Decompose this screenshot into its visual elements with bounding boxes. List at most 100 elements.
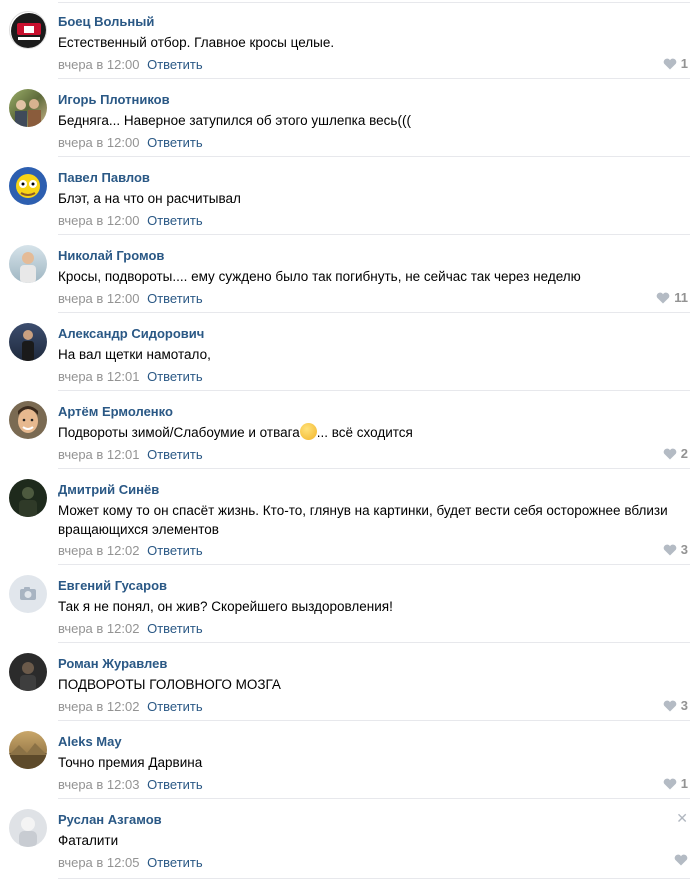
comment-text: Точно премия Дарвина [58, 755, 203, 770]
author-name[interactable]: Дмитрий Синёв [58, 482, 159, 497]
comment-text-part: Подвороты зимой/Слабоумие и отвага [58, 425, 300, 440]
comment-item: Александр Сидорович На вал щетки намотал… [0, 312, 700, 391]
reply-button[interactable]: Ответить [147, 291, 203, 306]
like-count: 2 [680, 446, 688, 461]
author-avatar[interactable] [9, 809, 47, 847]
author-avatar[interactable] [9, 731, 47, 769]
like-button[interactable]: 1 [663, 56, 688, 71]
comment-time[interactable]: вчера в 12:00 [58, 213, 139, 228]
comment-divider [58, 878, 690, 879]
reply-button[interactable]: Ответить [147, 543, 203, 558]
author-name[interactable]: Руслан Азгамов [58, 812, 162, 827]
comment-item: Артём Ермоленко Подвороты зимой/Слабоуми… [0, 390, 700, 469]
like-button[interactable]: 11 [656, 290, 688, 305]
dark-photo-icon [20, 662, 36, 691]
author-name[interactable]: Aleks May [58, 734, 122, 749]
author-avatar[interactable] [9, 167, 47, 205]
close-icon[interactable]: ✕ [676, 810, 688, 827]
light-photo-icon [19, 817, 37, 847]
reply-button[interactable]: Ответить [147, 699, 203, 714]
comment-item: Руслан Азгамов ✕ Фаталити вчера в 12:05 … [0, 798, 700, 879]
thinking-emoji-icon [299, 423, 317, 440]
reply-button[interactable]: Ответить [147, 135, 203, 150]
like-count: 3 [680, 542, 688, 557]
comment-time[interactable]: вчера в 12:02 [58, 699, 139, 714]
like-button[interactable]: 3 [663, 698, 688, 713]
reply-button[interactable]: Ответить [147, 447, 203, 462]
author-avatar[interactable] [9, 653, 47, 691]
like-button[interactable] [674, 854, 688, 866]
reply-button[interactable]: Ответить [147, 213, 203, 228]
author-name[interactable]: Николай Громов [58, 248, 164, 263]
comment-text: Фаталити [58, 833, 119, 848]
person-icon [22, 330, 34, 361]
fist-logo-icon [11, 13, 46, 48]
person-icon [20, 252, 36, 283]
reply-button[interactable]: Ответить [147, 621, 203, 636]
comment-text: Естественный отбор. Главное кросы целые. [58, 35, 335, 50]
comment-time[interactable]: вчера в 12:02 [58, 543, 139, 558]
comment-time[interactable]: вчера в 12:05 [58, 855, 139, 870]
comment-time[interactable]: вчера в 12:00 [58, 57, 139, 72]
comment-item: Роман Журавлев ПОДВОРОТЫ ГОЛОВНОГО МОЗГА… [0, 642, 700, 721]
author-name[interactable]: Евгений Гусаров [58, 578, 167, 593]
comment-time[interactable]: вчера в 12:03 [58, 777, 139, 792]
author-name[interactable]: Игорь Плотников [58, 92, 170, 107]
comment-text: Блэт, а на что он расчитывал [58, 191, 241, 206]
comment-time[interactable]: вчера в 12:00 [58, 291, 139, 306]
author-avatar[interactable] [9, 401, 47, 439]
comment-text: Так я не понял, он жив? Скорейшего выздо… [58, 599, 393, 614]
like-button[interactable]: 3 [663, 542, 688, 557]
camera-icon [20, 587, 36, 600]
reply-button[interactable]: Ответить [147, 777, 203, 792]
comment-time[interactable]: вчера в 12:00 [58, 135, 139, 150]
author-name[interactable]: Роман Журавлев [58, 656, 167, 671]
comment-meta: вчера в 12:00 Ответить [58, 135, 203, 150]
dark-photo-icon [19, 487, 37, 517]
comment-text: Может кому то он спасёт жизнь. Кто-то, г… [58, 503, 668, 537]
comment-item: Игорь Плотников Бедняга... Наверное зату… [0, 78, 700, 157]
like-button[interactable]: 2 [663, 446, 688, 461]
comment-time[interactable]: вчера в 12:01 [58, 369, 139, 384]
comment-text: ПОДВОРОТЫ ГОЛОВНОГО МОЗГА [58, 677, 281, 692]
like-count: 3 [680, 698, 688, 713]
comment-item: Евгений Гусаров Так я не понял, он жив? … [0, 564, 700, 643]
author-name[interactable]: Павел Павлов [58, 170, 150, 185]
comment-meta: вчера в 12:02 Ответить [58, 543, 203, 558]
heart-icon [663, 700, 677, 711]
comment-item: Дмитрий Синёв Может кому то он спасёт жи… [0, 468, 700, 566]
comment-meta: вчера в 12:00 Ответить [58, 57, 203, 72]
reply-button[interactable]: Ответить [147, 57, 203, 72]
comment-item: Николай Громов Кросы, подвороты.... ему … [0, 234, 700, 313]
comment-text-part: ... всё сходится [316, 425, 413, 440]
comment-text: На вал щетки намотало, [58, 347, 211, 362]
like-count: 11 [674, 290, 688, 305]
author-avatar[interactable] [9, 89, 47, 127]
author-name[interactable]: Боец Вольный [58, 14, 154, 29]
comment-meta: вчера в 12:00 Ответить [58, 291, 203, 306]
comment-time[interactable]: вчера в 12:01 [58, 447, 139, 462]
like-button[interactable]: 1 [663, 776, 688, 791]
comment-meta: вчера в 12:02 Ответить [58, 699, 203, 714]
author-avatar[interactable] [9, 575, 47, 613]
author-avatar[interactable] [9, 11, 47, 49]
comment-meta: вчера в 12:02 Ответить [58, 621, 203, 636]
comment-meta: вчера в 12:01 Ответить [58, 447, 203, 462]
reply-button[interactable]: Ответить [147, 369, 203, 384]
author-name[interactable]: Александр Сидорович [58, 326, 204, 341]
author-name[interactable]: Артём Ермоленко [58, 404, 173, 419]
author-avatar[interactable] [9, 323, 47, 361]
heart-icon [663, 544, 677, 555]
heart-icon [674, 854, 688, 866]
comment-text: Подвороты зимой/Слабоумие и отвага ... вс… [58, 423, 688, 442]
heart-icon [663, 448, 677, 459]
author-avatar[interactable] [9, 245, 47, 283]
reply-button[interactable]: Ответить [147, 855, 203, 870]
comment-time[interactable]: вчера в 12:02 [58, 621, 139, 636]
comment-meta: вчера в 12:00 Ответить [58, 213, 203, 228]
landscape-icon [9, 743, 47, 769]
comment-meta: вчера в 12:03 Ответить [58, 777, 203, 792]
author-avatar[interactable] [9, 479, 47, 517]
comment-item: Боец Вольный Естественный отбор. Главное… [0, 0, 700, 79]
comment-text: Кросы, подвороты.... ему суждено было та… [58, 269, 581, 284]
